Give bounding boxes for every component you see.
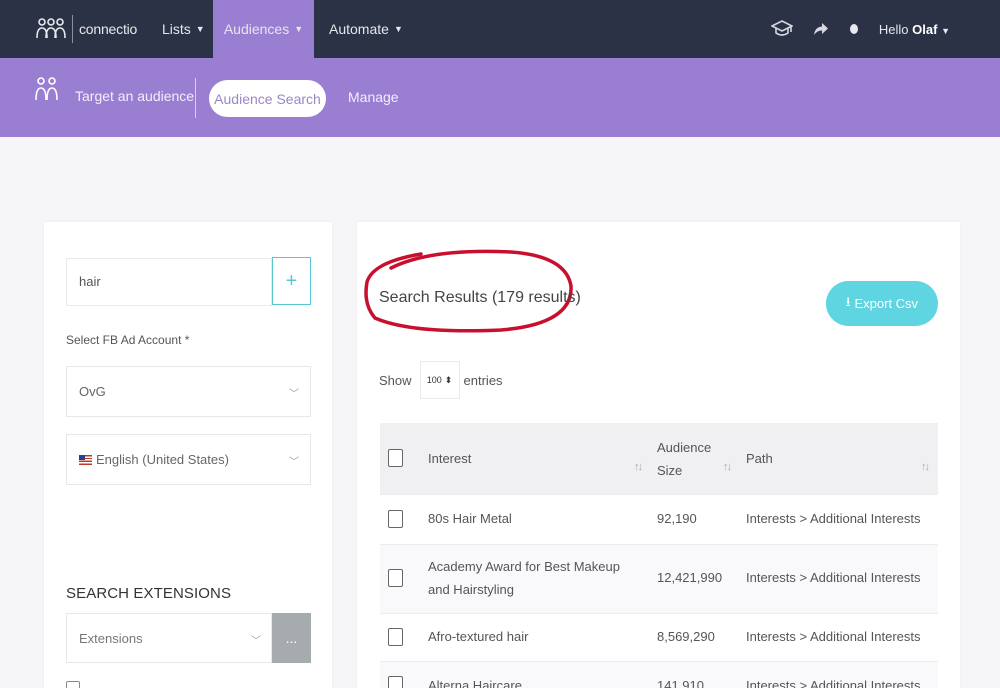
cell-interest: Alterna Haircare	[428, 678, 522, 688]
brand-separator	[72, 15, 73, 43]
col-size-line1[interactable]: Audience	[657, 436, 711, 459]
share-arrow-icon[interactable]	[813, 22, 829, 36]
cell-path: Interests > Additional Interests	[746, 678, 921, 688]
nav-audiences[interactable]: Audiences ▼	[213, 0, 314, 58]
tab-manage[interactable]: Manage	[348, 89, 399, 105]
extensions-more-button[interactable]: ...	[272, 613, 311, 663]
download-icon: ⭳	[845, 293, 851, 309]
row-checkbox[interactable]	[388, 676, 403, 688]
select-all-checkbox[interactable]	[388, 449, 403, 467]
user-name: Olaf	[912, 21, 938, 37]
caret-down-icon: ▼	[393, 24, 403, 34]
row-checkbox[interactable]	[388, 510, 403, 528]
table-row[interactable]: Afro-textured hair 8,569,290 Interests >…	[380, 613, 938, 661]
table-row[interactable]: Academy Award for Best Makeup and Hairst…	[380, 544, 938, 613]
nav-audiences-label: Audiences	[223, 21, 290, 37]
entries-label: entries	[463, 372, 503, 388]
sort-icon[interactable]: ↑↓	[921, 461, 930, 473]
ad-account-value: OvG	[79, 384, 106, 399]
cell-path: Interests > Additional Interests	[746, 570, 921, 585]
chevron-down-icon: ﹀	[289, 457, 299, 468]
entries-select[interactable]: 100 ⬍	[419, 361, 460, 399]
extensions-select[interactable]: Extensions ﹀	[66, 613, 272, 663]
nav-lists[interactable]: Lists ▼	[162, 0, 205, 58]
us-flag-icon	[79, 454, 92, 465]
graduation-cap-icon[interactable]	[770, 20, 793, 38]
account-label: Select FB Ad Account *	[66, 333, 190, 347]
col-size-line2[interactable]: Size	[657, 459, 682, 482]
target-audience-link[interactable]: Target an audience	[75, 88, 194, 104]
add-keyword-button[interactable]: +	[272, 257, 311, 305]
extensions-placeholder: Extensions	[79, 630, 143, 646]
col-path[interactable]: Path	[746, 447, 773, 470]
entries-count: 100	[426, 375, 442, 385]
red-circle-annotation	[364, 249, 573, 333]
caret-down-icon: ▼	[941, 25, 950, 36]
entries-control: Show 100 ⬍ entries	[379, 361, 503, 399]
subnav-divider	[195, 78, 196, 118]
chevron-down-icon: ﹀	[251, 636, 261, 647]
cell-interest: Academy Award for Best Makeup and Hairst…	[428, 559, 620, 597]
extension-checkbox[interactable]	[66, 681, 80, 688]
keyword-input[interactable]: hair	[66, 258, 272, 306]
cell-path: Interests > Additional Interests	[746, 511, 921, 526]
brand-name: connectio	[79, 21, 138, 37]
row-checkbox[interactable]	[388, 569, 403, 587]
cell-size: 92,190	[657, 511, 697, 526]
caret-down-icon: ▼	[195, 24, 205, 34]
table-row[interactable]: 80s Hair Metal 92,190 Interests > Additi…	[380, 494, 938, 544]
nav-right-group: Hello Olaf ▼	[770, 0, 950, 58]
export-csv-button[interactable]: ⭳ Export Csv	[826, 281, 938, 326]
cell-path: Interests > Additional Interests	[746, 629, 921, 644]
nav-automate-label: Automate	[329, 21, 389, 37]
ad-account-select[interactable]: OvG ﹀	[66, 366, 311, 417]
audience-people-icon	[35, 77, 58, 101]
col-interest[interactable]: Interest	[428, 447, 628, 470]
cell-size: 141,910	[657, 678, 704, 688]
people-logo-icon	[36, 18, 66, 39]
extensions-title: SEARCH EXTENSIONS	[66, 585, 232, 602]
tab-audience-search[interactable]: Audience Search	[209, 80, 326, 117]
row-checkbox[interactable]	[388, 628, 403, 646]
results-title: Search Results (179 results)	[379, 289, 581, 306]
results-table: Interest ↑↓ Audience Size ↑↓ Path ↑↓ 80s…	[380, 423, 938, 688]
search-panel: hair + Select FB Ad Account * OvG ﹀ Engl…	[44, 222, 332, 688]
results-panel: Search Results (179 results) ⭳ Export Cs…	[357, 222, 960, 688]
language-value: English (United States)	[96, 452, 229, 467]
brand-logo[interactable]: connectio	[0, 0, 150, 58]
cell-size: 8,569,290	[657, 629, 715, 644]
chevron-down-icon: ﹀	[289, 389, 299, 400]
top-navbar: connectio Lists ▼ Audiences ▼ Automate ▼…	[0, 0, 1000, 58]
nav-automate[interactable]: Automate ▼	[329, 0, 403, 58]
hello-text: Hello	[878, 21, 909, 37]
cell-interest: 80s Hair Metal	[428, 511, 512, 526]
sort-updown-icon: ⬍	[444, 374, 453, 385]
export-label: Export Csv	[854, 296, 919, 311]
notification-dot-icon[interactable]	[849, 23, 859, 35]
cell-interest: Afro-textured hair	[428, 629, 529, 644]
language-select[interactable]: English (United States) ﹀	[66, 434, 311, 485]
caret-down-icon: ▼	[294, 24, 304, 34]
user-menu[interactable]: Hello Olaf ▼	[879, 22, 950, 37]
sub-navbar: Target an audience Audience Search Manag…	[0, 58, 1000, 137]
cell-size: 12,421,990	[657, 570, 723, 585]
table-header: Interest ↑↓ Audience Size ↑↓ Path ↑↓	[380, 423, 938, 494]
nav-lists-label: Lists	[162, 21, 191, 37]
sort-icon[interactable]: ↑↓	[723, 461, 732, 473]
sort-icon[interactable]: ↑↓	[634, 461, 643, 473]
show-label: Show	[379, 372, 412, 388]
table-row[interactable]: Alterna Haircare 141,910 Interests > Add…	[380, 661, 938, 688]
